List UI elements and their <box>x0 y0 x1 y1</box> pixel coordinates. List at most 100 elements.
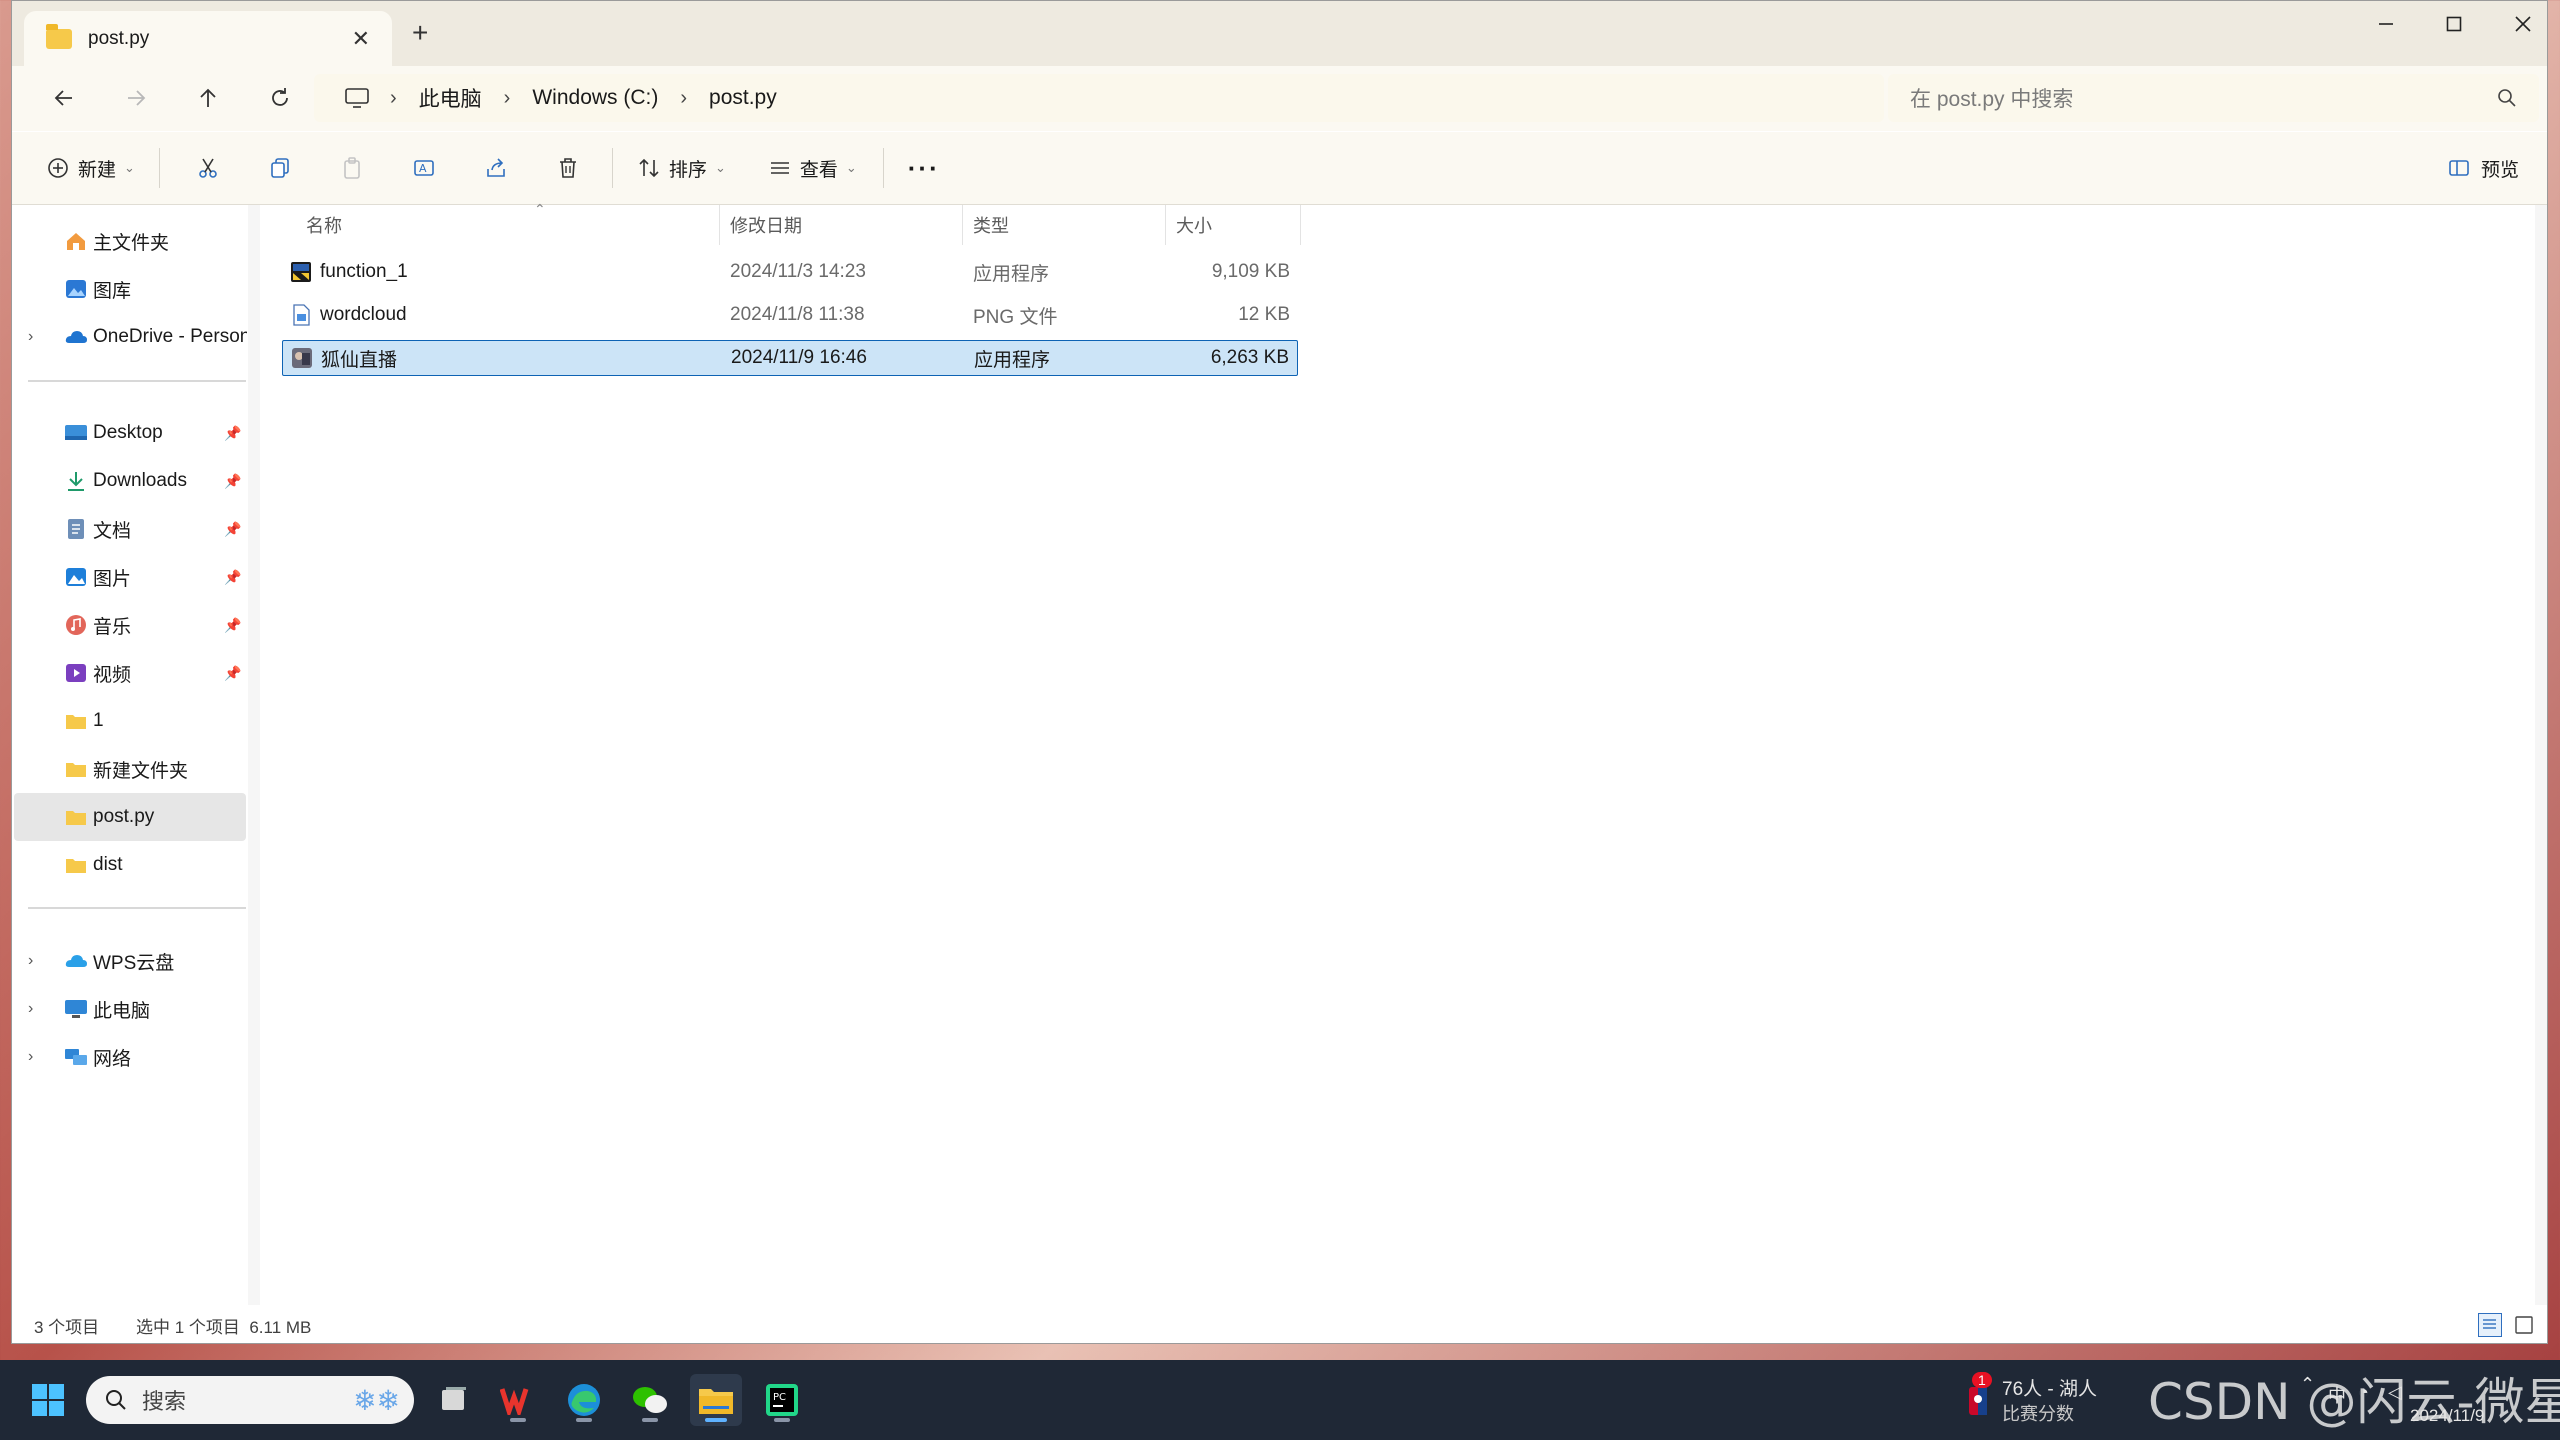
toolbar-divider <box>611 148 613 188</box>
file-type: PNG 文件 <box>973 306 1058 328</box>
sidebar-item-wps-cloud[interactable]: › WPS云盘 <box>14 937 246 985</box>
rename-button[interactable]: A <box>402 146 446 190</box>
file-row-selected[interactable]: 狐仙直播 2024/11/9 16:46 应用程序 6,263 KB <box>282 340 1298 376</box>
pin-icon[interactable]: 📌 <box>224 617 241 634</box>
more-options-button[interactable]: ··· <box>898 144 950 192</box>
taskbar-app-pycharm[interactable]: PC <box>756 1374 808 1426</box>
taskbar-app-edge[interactable] <box>558 1374 610 1426</box>
chevron-right-icon[interactable]: › <box>28 1048 33 1066</box>
sidebar-item-folder-1[interactable]: 1 <box>14 697 246 745</box>
chevron-right-icon[interactable]: › <box>28 328 33 346</box>
minimize-button[interactable] <box>2351 7 2421 41</box>
taskbar-search-label: 搜索 <box>142 1389 187 1414</box>
sidebar-item-new-folder[interactable]: 新建文件夹 <box>14 745 246 793</box>
cut-button[interactable] <box>186 146 230 190</box>
share-button[interactable] <box>474 146 518 190</box>
pin-icon[interactable]: 📌 <box>224 473 241 490</box>
minimize-icon <box>2379 23 2393 25</box>
preview-label: 预览 <box>2480 159 2519 181</box>
sidebar-item-music[interactable]: 音乐 📌 <box>14 601 246 649</box>
exe-icon <box>291 262 311 282</box>
toolbar-divider <box>882 148 884 188</box>
sidebar-scrollbar[interactable] <box>248 205 260 1305</box>
paste-button[interactable] <box>330 146 374 190</box>
sidebar-item-network[interactable]: › 网络 <box>14 1033 246 1081</box>
taskbar-app-wechat[interactable] <box>624 1374 676 1426</box>
folder-icon <box>66 859 86 873</box>
toolbar-divider <box>158 148 160 188</box>
sidebar-item-gallery[interactable]: 图库 <box>14 265 246 313</box>
pin-icon[interactable]: 📌 <box>224 665 241 682</box>
forward-button[interactable] <box>114 78 158 118</box>
tab-post-py[interactable]: post.py ✕ <box>24 11 392 66</box>
sidebar-item-home[interactable]: 主文件夹 <box>14 217 246 265</box>
column-header-modified[interactable]: 修改日期 <box>720 205 963 245</box>
taskbar-app-file-explorer[interactable] <box>690 1374 742 1426</box>
sidebar-item-label: 图库 <box>93 280 132 302</box>
sidebar-item-label: 新建文件夹 <box>93 760 189 782</box>
new-button[interactable]: 新建 ⌄ <box>36 144 145 192</box>
refresh-button[interactable] <box>258 78 302 118</box>
start-button[interactable] <box>22 1374 74 1426</box>
nba-icon <box>1969 1387 1987 1415</box>
close-tab-icon[interactable]: ✕ <box>352 26 370 52</box>
paste-icon <box>344 157 360 179</box>
file-row[interactable]: wordcloud 2024/11/8 11:38 PNG 文件 12 KB <box>282 297 1298 333</box>
back-button[interactable] <box>42 78 86 118</box>
chevron-right-icon[interactable]: › <box>28 952 33 970</box>
breadcrumb-post-py[interactable]: post.py <box>709 86 777 110</box>
tiles-view-button[interactable] <box>2512 1313 2536 1337</box>
share-icon <box>487 158 505 177</box>
column-header-name[interactable]: ⌃ 名称 <box>296 201 720 245</box>
up-button[interactable] <box>186 78 230 118</box>
delete-button[interactable] <box>546 146 590 190</box>
sidebar-divider <box>28 380 246 382</box>
view-button[interactable]: 查看 ⌄ <box>758 144 867 192</box>
videos-icon <box>66 664 86 682</box>
sidebar-item-videos[interactable]: 视频 📌 <box>14 649 246 697</box>
notification-badge: 1 <box>1972 1372 1992 1388</box>
close-icon <box>2515 16 2531 32</box>
preview-pane-button[interactable]: 预览 <box>2437 144 2529 192</box>
file-row[interactable]: function_1 2024/11/3 14:23 应用程序 9,109 KB <box>282 254 1298 290</box>
breadcrumb-windows-c[interactable]: Windows (C:) <box>532 86 658 110</box>
breadcrumb-this-pc[interactable]: 此电脑 <box>419 83 482 113</box>
sidebar-item-label: dist <box>93 854 123 875</box>
sort-button[interactable]: 排序 ⌄ <box>627 144 736 192</box>
sidebar-item-pictures[interactable]: 图片 📌 <box>14 553 246 601</box>
sidebar-item-dist[interactable]: dist <box>14 841 246 889</box>
breadcrumb[interactable]: › 此电脑 › Windows (C:) › post.py <box>314 74 1884 122</box>
pin-icon[interactable]: 📌 <box>224 521 241 538</box>
sidebar-item-onedrive[interactable]: › OneDrive - Personal <box>14 313 247 361</box>
news-headline[interactable]: 76人 - 湖人 <box>2002 1374 2097 1401</box>
taskbar-search[interactable]: 搜索 ❄❄ <box>86 1376 414 1424</box>
pin-icon[interactable]: 📌 <box>224 425 241 442</box>
sidebar-item-documents[interactable]: 文档 📌 <box>14 505 246 553</box>
file-list-scrollbar[interactable] <box>2535 205 2547 1305</box>
maximize-button[interactable] <box>2419 7 2489 41</box>
sidebar-item-downloads[interactable]: Downloads 📌 <box>14 457 246 505</box>
file-modified: 2024/11/3 14:23 <box>730 261 866 282</box>
wps-cloud-icon <box>65 955 87 967</box>
status-bar: 3 个项目 选中 1 个项目 6.11 MB <box>12 1305 2547 1343</box>
sidebar-item-label: WPS云盘 <box>93 952 175 974</box>
details-view-button[interactable] <box>2478 1313 2502 1337</box>
task-view-button[interactable] <box>428 1374 480 1426</box>
home-icon <box>67 233 85 250</box>
chevron-right-icon[interactable]: › <box>28 1000 33 1018</box>
copy-button[interactable] <box>258 146 302 190</box>
column-header-type[interactable]: 类型 <box>963 205 1166 245</box>
pin-icon[interactable]: 📌 <box>224 569 241 586</box>
tab-title: post.py <box>88 27 150 49</box>
search-input[interactable]: 在 post.py 中搜索 <box>1888 74 2539 122</box>
sidebar-item-this-pc[interactable]: › 此电脑 <box>14 985 246 1033</box>
sidebar-item-post-py[interactable]: post.py <box>14 793 246 841</box>
new-tab-button[interactable]: + <box>412 17 428 49</box>
column-header-size[interactable]: 大小 <box>1166 205 1301 245</box>
close-window-button[interactable] <box>2488 7 2547 41</box>
sidebar-item-desktop[interactable]: Desktop 📌 <box>14 409 246 457</box>
folder-icon <box>46 23 72 49</box>
file-name: function_1 <box>320 261 408 282</box>
file-list: ⌃ 名称 修改日期 类型 大小 function_1 2024/11/3 14:… <box>260 201 2547 1305</box>
taskbar-app-wps[interactable] <box>492 1374 544 1426</box>
